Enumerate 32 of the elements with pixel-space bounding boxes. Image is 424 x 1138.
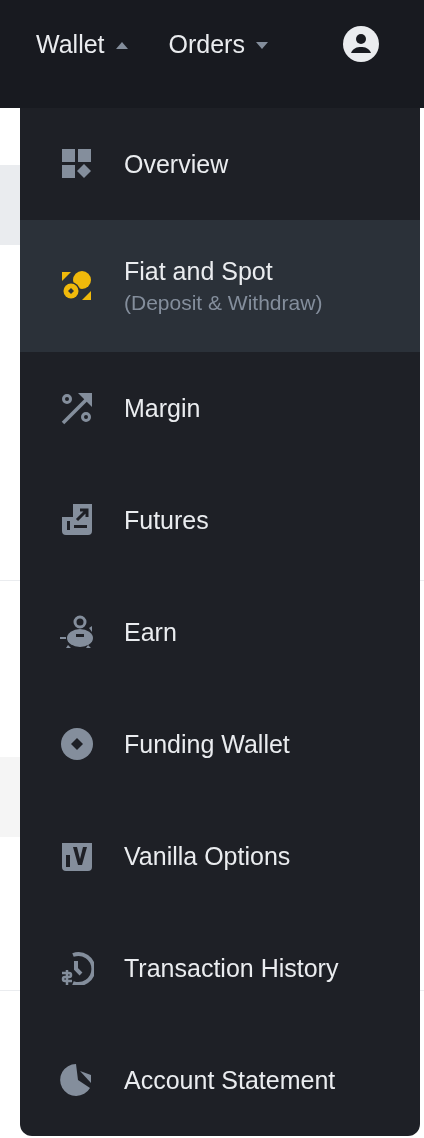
piggy-bank-icon xyxy=(60,615,94,649)
account-icon[interactable] xyxy=(343,26,379,62)
chart-card-icon xyxy=(60,503,94,537)
percent-arrow-icon xyxy=(60,391,94,425)
menu-item-title: Funding Wallet xyxy=(124,729,290,760)
menu-item[interactable]: Fiat and Spot (Deposit & Withdraw) xyxy=(20,220,420,352)
caret-icon[interactable] xyxy=(254,40,269,50)
menu-item[interactable]: Futures xyxy=(20,464,420,576)
grid-icon xyxy=(60,147,94,181)
menu-item[interactable]: Funding Wallet xyxy=(20,688,420,800)
menu-item[interactable]: Vanilla Options xyxy=(20,800,420,912)
menu-item[interactable]: Account Statement xyxy=(20,1024,420,1136)
menu-item-title: Fiat and Spot xyxy=(124,256,274,287)
menu-item-subtitle: (Deposit & Withdraw) xyxy=(124,290,323,316)
pie-chart-icon xyxy=(60,1063,94,1097)
menu-item-title: Futures xyxy=(124,505,209,536)
menu-item[interactable]: Overview xyxy=(20,108,420,220)
nav-link[interactable]: Orders xyxy=(168,26,245,64)
clock-dollar-icon xyxy=(60,951,94,985)
menu-item-title: Vanilla Options xyxy=(124,841,291,872)
coins-icon xyxy=(60,269,94,303)
menu-item[interactable]: Transaction History xyxy=(20,912,420,1024)
menu-item[interactable]: Earn xyxy=(20,576,420,688)
nav-link[interactable]: Wallet xyxy=(36,26,105,64)
coin-icon xyxy=(60,727,94,761)
menu-item-title: Transaction History xyxy=(124,953,339,984)
menu-item[interactable]: Margin xyxy=(20,352,420,464)
menu-item-title: Overview xyxy=(124,149,229,180)
menu-item-title: Margin xyxy=(124,393,201,424)
menu-item-title: Account Statement xyxy=(124,1065,336,1096)
caret-icon[interactable] xyxy=(114,40,129,50)
menu-item-title: Earn xyxy=(124,617,177,648)
